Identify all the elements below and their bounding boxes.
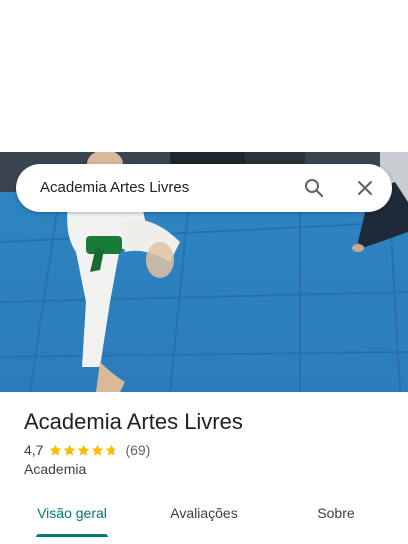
- place-info: Academia Artes Livres 4,7 (69) Academia: [24, 408, 394, 477]
- search-input[interactable]: Academia Artes Livres: [40, 164, 189, 212]
- star-icon: [92, 444, 104, 456]
- close-button[interactable]: [353, 176, 377, 200]
- place-title: Academia Artes Livres: [24, 409, 243, 434]
- star-rating: [49, 444, 119, 457]
- active-tab-indicator: [36, 534, 108, 537]
- review-count[interactable]: (69): [125, 442, 150, 458]
- star-icon: [50, 444, 62, 456]
- tab-reviews[interactable]: Avaliações: [156, 490, 252, 536]
- place-category[interactable]: Academia: [24, 461, 394, 477]
- place-tabs: Visão geral Avaliações Sobre: [0, 490, 408, 544]
- star-icon: [64, 444, 76, 456]
- tab-about[interactable]: Sobre: [292, 490, 380, 536]
- search-bar[interactable]: Academia Artes Livres: [16, 164, 392, 212]
- search-icon: [305, 179, 324, 198]
- close-icon: [358, 181, 372, 195]
- search-button[interactable]: [302, 176, 326, 200]
- rating-row[interactable]: 4,7 (69): [24, 442, 394, 458]
- star-icon: [78, 444, 90, 456]
- tab-overview[interactable]: Visão geral: [24, 490, 120, 536]
- star-icon: [106, 444, 118, 456]
- rating-value: 4,7: [24, 442, 44, 458]
